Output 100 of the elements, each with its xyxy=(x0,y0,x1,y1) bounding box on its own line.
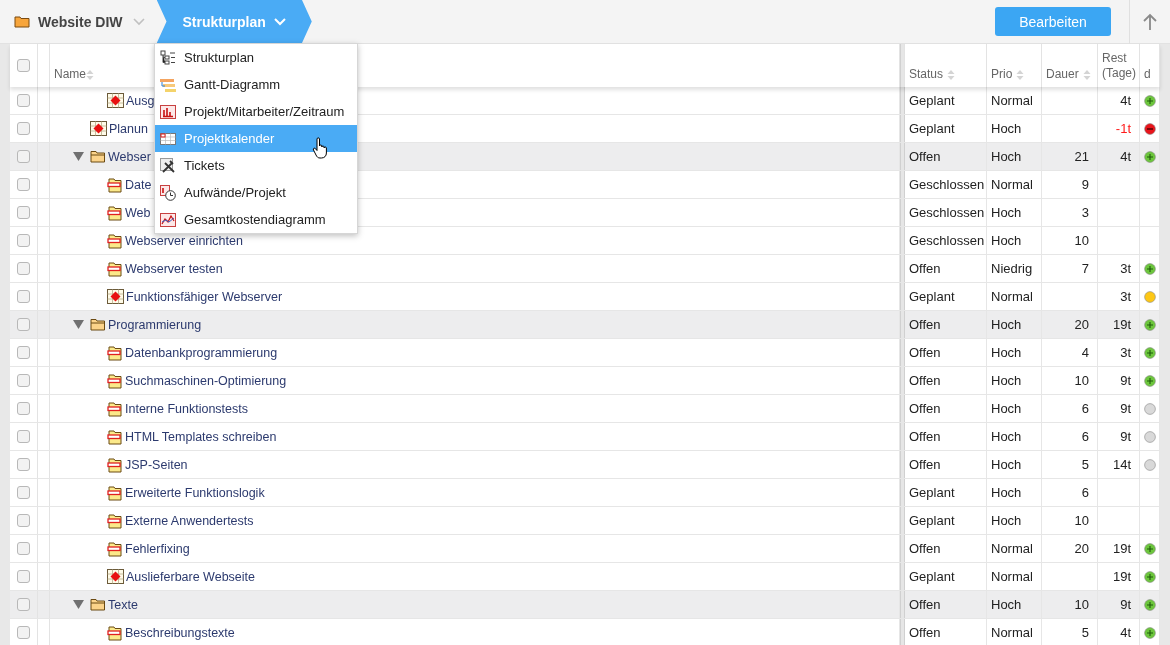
row-checkbox[interactable] xyxy=(17,374,30,387)
row-checkbox[interactable] xyxy=(17,542,30,555)
task-name[interactable]: Webserver testen xyxy=(125,261,223,276)
folder-icon xyxy=(90,318,106,331)
row-checkbox[interactable] xyxy=(17,94,30,107)
row-checkbox[interactable] xyxy=(17,206,30,219)
milestone-icon xyxy=(107,569,124,584)
task-name[interactable]: Funktionsfähiger Webserver xyxy=(126,289,283,304)
remaining-days-cell: 19t xyxy=(1098,311,1140,338)
remaining-days-cell: 9t xyxy=(1098,591,1140,618)
task-name[interactable]: Interne Funktionstests xyxy=(125,401,248,416)
row-checkbox[interactable] xyxy=(17,178,30,191)
task-name[interactable]: Web xyxy=(125,205,151,220)
task-name[interactable]: Ausg xyxy=(126,93,155,108)
remaining-days-cell: 4t xyxy=(1098,619,1140,645)
priority-cell: Niedrig xyxy=(987,255,1042,282)
priority-cell: Normal xyxy=(987,283,1042,310)
status-cell: Geplant xyxy=(905,479,987,506)
row-checkbox[interactable] xyxy=(17,122,30,135)
sort-icon[interactable] xyxy=(1016,69,1025,81)
status-cell: Offen xyxy=(905,619,987,645)
task-name[interactable]: Webserver einrichten xyxy=(125,233,243,248)
task-name[interactable]: HTML Templates schreiben xyxy=(125,429,277,444)
column-splitter[interactable] xyxy=(900,619,905,645)
row-checkbox[interactable] xyxy=(17,150,30,163)
task-name[interactable]: Texte xyxy=(108,597,138,612)
task-name[interactable]: Externe Anwendertests xyxy=(125,513,254,528)
tools-icon xyxy=(160,157,176,174)
priority-cell: Hoch xyxy=(987,507,1042,534)
task-icon xyxy=(107,484,123,501)
task-name[interactable]: JSP-Seiten xyxy=(125,457,188,472)
expanded-triangle-icon[interactable] xyxy=(73,600,84,609)
status-cell: Geplant xyxy=(905,563,987,590)
up-arrow-icon[interactable] xyxy=(1143,12,1157,31)
milestone-icon xyxy=(90,121,107,136)
milestone-icon xyxy=(107,289,124,304)
task-icon xyxy=(107,176,123,193)
task-name[interactable]: Datenbankprogrammierung xyxy=(125,345,278,360)
task-name[interactable]: Beschreibungstexte xyxy=(125,625,235,640)
priority-cell: Hoch xyxy=(987,423,1042,450)
priority-cell: Hoch xyxy=(987,367,1042,394)
row-checkbox[interactable] xyxy=(17,570,30,583)
remaining-days-cell: 4t xyxy=(1098,87,1140,114)
expanded-triangle-icon[interactable] xyxy=(73,152,84,161)
menu-item[interactable]: Projekt/Mitarbeiter/Zeitraum xyxy=(155,98,357,125)
menu-item[interactable]: Gesamtkostendiagramm xyxy=(155,206,357,233)
task-name[interactable]: Fehlerfixing xyxy=(125,541,190,556)
duration-cell: 10 xyxy=(1042,227,1098,254)
menu-item[interactable]: Aufwände/Projekt xyxy=(155,179,357,206)
sort-icon[interactable] xyxy=(947,69,956,81)
task-name[interactable]: Suchmaschinen-Optimierung xyxy=(125,373,287,388)
row-checkbox[interactable] xyxy=(17,514,30,527)
task-icon xyxy=(107,624,123,641)
row-checkbox[interactable] xyxy=(17,290,30,303)
priority-cell: Hoch xyxy=(987,479,1042,506)
task-icon xyxy=(107,512,123,529)
menu-item[interactable]: Strukturplan xyxy=(155,44,357,71)
column-splitter[interactable] xyxy=(900,87,905,114)
row-checkbox[interactable] xyxy=(17,430,30,443)
status-cell: Offen xyxy=(905,311,987,338)
row-checkbox[interactable] xyxy=(17,486,30,499)
task-icon xyxy=(107,400,123,417)
project-breadcrumb[interactable]: Website DIW xyxy=(0,0,157,44)
duration-cell: 7 xyxy=(1042,255,1098,282)
task-name[interactable]: Erweiterte Funktionslogik xyxy=(125,485,265,500)
status-cell: Geplant xyxy=(905,283,987,310)
priority-cell: Hoch xyxy=(987,451,1042,478)
remaining-days-cell: 3t xyxy=(1098,255,1140,282)
priority-cell: Hoch xyxy=(987,199,1042,226)
sort-icon[interactable] xyxy=(1082,69,1091,81)
chevron-icon xyxy=(273,17,286,26)
task-name[interactable]: Auslieferbare Webseite xyxy=(126,569,255,584)
sort-icon[interactable] xyxy=(86,69,94,81)
row-checkbox[interactable] xyxy=(17,346,30,359)
priority-cell: Normal xyxy=(987,619,1042,645)
priority-cell: Hoch xyxy=(987,591,1042,618)
status-cell: Offen xyxy=(905,255,987,282)
remaining-days-cell: 9t xyxy=(1098,395,1140,422)
row-checkbox[interactable] xyxy=(17,458,30,471)
status-cell: Offen xyxy=(905,535,987,562)
row-checkbox[interactable] xyxy=(17,598,30,611)
status-cell: Offen xyxy=(905,143,987,170)
remaining-days-cell: 9t xyxy=(1098,367,1140,394)
select-all-checkbox[interactable] xyxy=(17,59,30,72)
status-cell: Geschlossen xyxy=(905,171,987,198)
row-checkbox[interactable] xyxy=(17,318,30,331)
row-checkbox[interactable] xyxy=(17,262,30,275)
task-name[interactable]: Webser xyxy=(108,149,151,164)
task-name[interactable]: Date xyxy=(125,177,152,192)
row-checkbox[interactable] xyxy=(17,234,30,247)
duration-cell: 6 xyxy=(1042,423,1098,450)
column-splitter[interactable] xyxy=(900,44,905,87)
task-name[interactable]: Planun xyxy=(109,121,148,136)
task-name[interactable]: Programmierung xyxy=(108,317,202,332)
expanded-triangle-icon[interactable] xyxy=(73,320,84,329)
task-icon xyxy=(107,260,123,277)
row-checkbox[interactable] xyxy=(17,626,30,639)
status-cell: Offen xyxy=(905,395,987,422)
row-checkbox[interactable] xyxy=(17,402,30,415)
menu-item[interactable]: Tickets xyxy=(155,152,357,179)
